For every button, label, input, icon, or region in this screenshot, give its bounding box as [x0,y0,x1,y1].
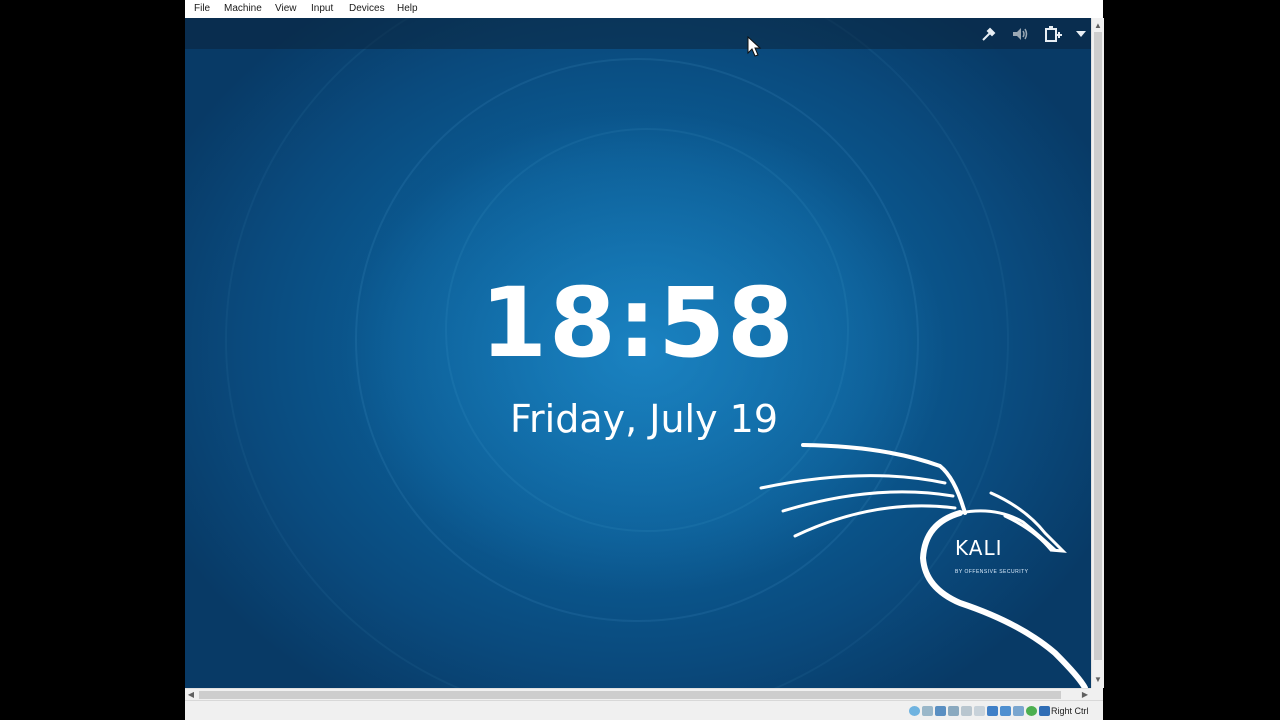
kali-logo-text: KALI [955,536,1003,560]
vertical-scrollbar[interactable]: ▲ ▼ [1091,18,1104,688]
accessibility-icon[interactable] [979,24,999,44]
kali-dragon-logo [759,443,1088,688]
host-key-label: Right Ctrl [1051,706,1089,716]
guest-top-panel [185,18,1091,49]
horizontal-scroll-thumb[interactable] [199,691,1061,699]
menu-devices[interactable]: Devices [349,3,385,15]
lock-clock-date: Friday, July 19 [509,397,779,441]
mouse-cursor-icon [747,36,762,57]
guest-lock-screen[interactable]: 18:58 Friday, July 19 KALI BY OFFENSIVE … [185,18,1091,688]
video-capture-icon[interactable] [1000,706,1011,716]
usb-icon[interactable] [961,706,972,716]
kali-logo-tagline: BY OFFENSIVE SECURITY [955,569,1029,575]
display-icon[interactable] [987,706,998,716]
cpu-icon[interactable] [1026,706,1037,716]
keyboard-icon[interactable] [1039,706,1050,716]
optical-drive-icon[interactable] [922,706,933,716]
audio-icon[interactable] [935,706,946,716]
vertical-scroll-thumb[interactable] [1094,32,1102,660]
dropdown-arrow-icon[interactable] [1071,24,1091,44]
shared-folders-icon[interactable] [974,706,985,716]
menu-input[interactable]: Input [311,3,333,15]
scroll-up-arrow-icon[interactable]: ▲ [1092,20,1104,32]
recording-icon[interactable] [1013,706,1024,716]
virtualbox-window: File Machine View Input Devices Help 18:… [185,0,1104,720]
menu-view[interactable]: View [275,3,297,15]
menu-machine[interactable]: Machine [224,3,262,15]
network-icon[interactable] [948,706,959,716]
lock-clock-time: 18:58 [480,267,796,379]
volume-icon[interactable] [1011,24,1031,44]
menu-bar: File Machine View Input Devices Help [185,0,1103,19]
status-bar: Right Ctrl [185,700,1103,720]
menu-file[interactable]: File [194,3,210,15]
battery-icon[interactable] [1043,24,1063,44]
scroll-down-arrow-icon[interactable]: ▼ [1092,674,1104,686]
hard-disk-icon[interactable] [909,706,920,716]
menu-help[interactable]: Help [397,3,418,15]
